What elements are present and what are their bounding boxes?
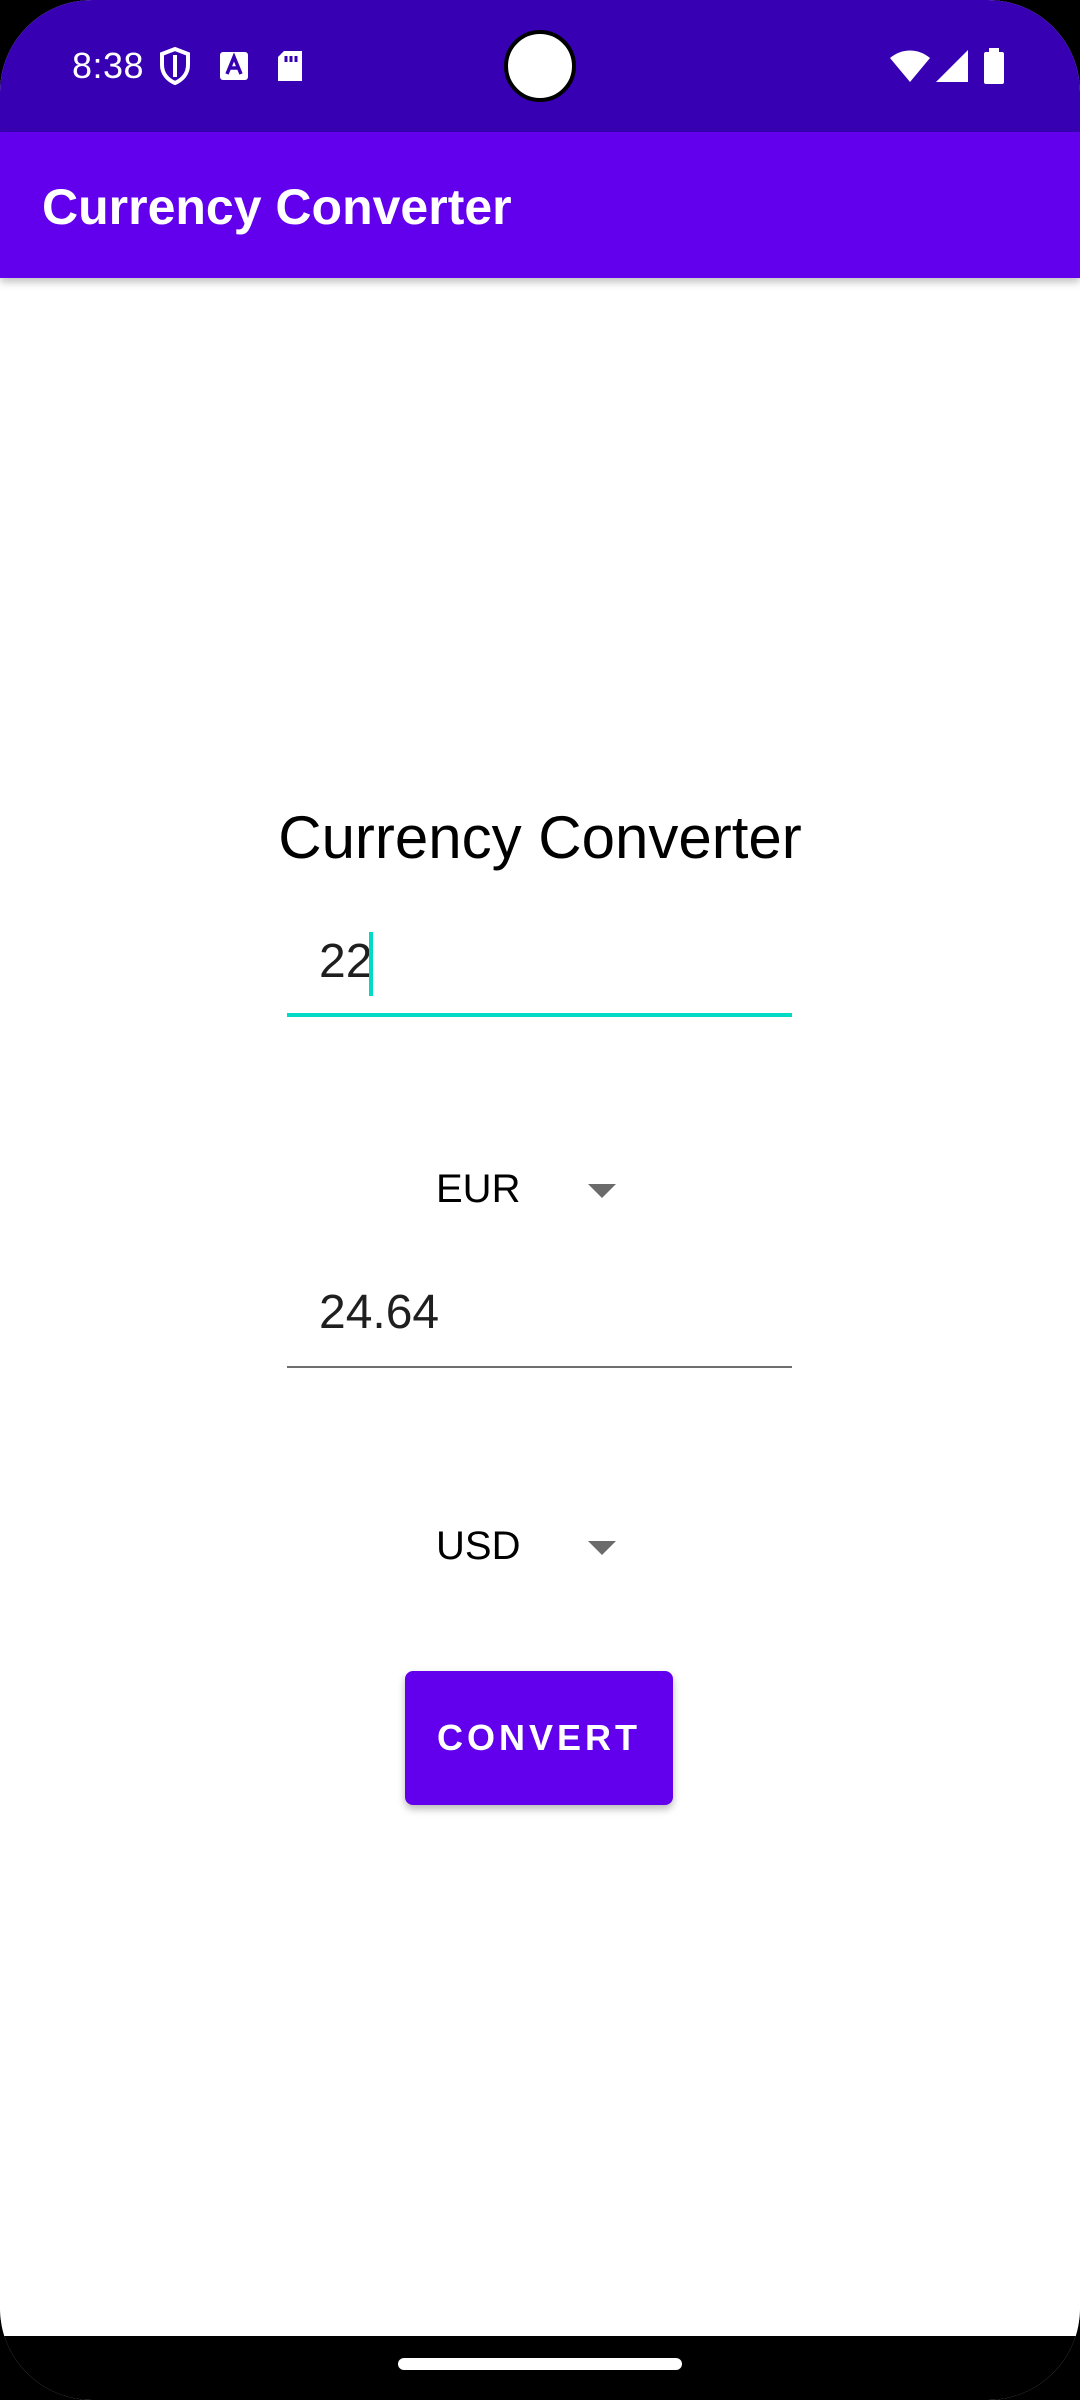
app-bar: Currency Converter [0, 132, 1080, 278]
status-bar: 8:38 [0, 0, 1080, 132]
from-currency-value: EUR [436, 1167, 521, 1211]
screen: 8:38 Currency Converter Currency Convert… [0, 0, 1080, 2400]
main-content: Currency Converter 22 EUR 24.64 USD CONV… [0, 278, 1080, 2336]
from-currency-dropdown[interactable]: EUR [420, 1154, 640, 1234]
navigation-bar [0, 2336, 1080, 2400]
shield-icon [158, 46, 192, 86]
signal-icon [934, 46, 970, 86]
device-frame: 8:38 Currency Converter Currency Convert… [0, 0, 1080, 2400]
dropdown-arrow-icon [588, 1184, 616, 1198]
amount-input-underline [287, 1013, 792, 1017]
result-field-underline [287, 1366, 792, 1368]
app-bar-title: Currency Converter [42, 179, 512, 235]
dropdown-arrow-icon [588, 1541, 616, 1555]
camera-cutout [504, 30, 576, 102]
result-field[interactable]: 24.64 [287, 1283, 792, 1383]
amount-input[interactable]: 22 [287, 928, 792, 1028]
to-currency-dropdown[interactable]: USD [420, 1511, 640, 1591]
convert-button[interactable]: CONVERT [405, 1671, 673, 1805]
text-cursor [369, 932, 373, 996]
home-indicator[interactable] [398, 2358, 682, 2370]
wifi-icon [888, 46, 932, 86]
to-currency-value: USD [436, 1524, 521, 1568]
amount-input-value: 22 [319, 935, 373, 988]
status-time: 8:38 [72, 45, 145, 86]
battery-icon [982, 46, 1006, 86]
result-field-value: 24.64 [319, 1286, 440, 1339]
keyboard-a-icon [218, 46, 250, 86]
page-title: Currency Converter [278, 804, 802, 871]
sd-card-icon [274, 46, 306, 86]
